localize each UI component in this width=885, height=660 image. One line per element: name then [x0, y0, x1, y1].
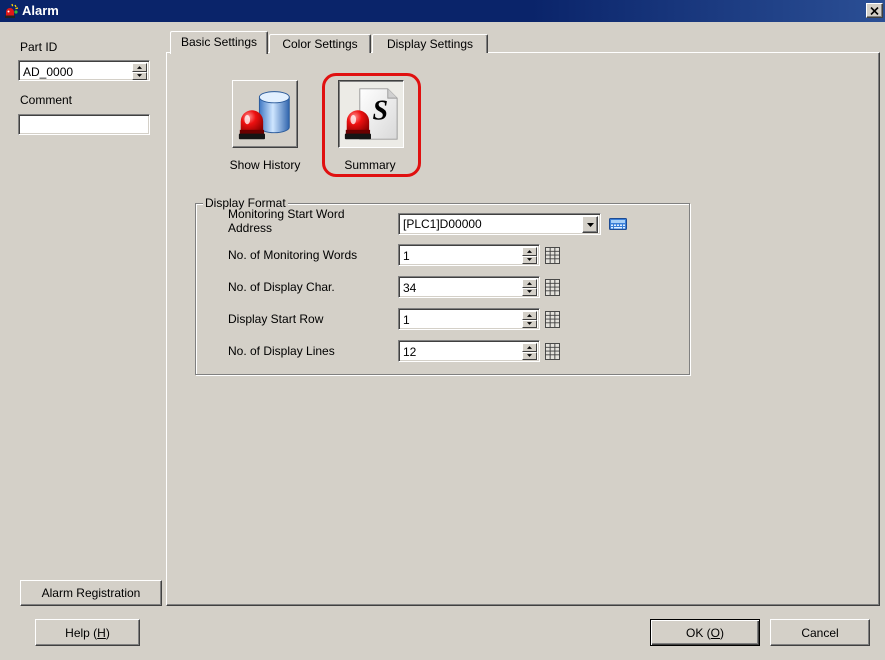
spin-down-button[interactable] — [132, 71, 147, 80]
display-lines-numpad-button[interactable] — [543, 342, 562, 360]
access-key: O — [710, 625, 720, 640]
spin-up-arrow-icon — [527, 249, 532, 253]
display-lines-spinner[interactable] — [522, 343, 537, 360]
numpad-icon — [545, 278, 560, 296]
display-lines-label: No. of Display Lines — [228, 344, 335, 358]
close-button[interactable] — [866, 3, 883, 18]
spin-up-button[interactable] — [522, 311, 537, 320]
display-start-row-field[interactable] — [398, 308, 540, 330]
display-char-input[interactable] — [401, 279, 519, 296]
title-bar[interactable]: Alarm — [0, 0, 885, 22]
spin-up-button[interactable] — [522, 343, 537, 352]
spin-down-button[interactable] — [522, 287, 537, 296]
window-title: Alarm — [22, 3, 59, 18]
address-input-button[interactable] — [606, 213, 630, 235]
alarm-registration-button[interactable]: Alarm Registration — [20, 580, 162, 606]
tab-label: Basic Settings — [180, 35, 258, 49]
ok-button[interactable]: OK (O) — [650, 619, 760, 646]
monitoring-words-spinner[interactable] — [522, 247, 537, 264]
comment-input[interactable] — [21, 117, 147, 134]
alarm-registration-label: Alarm Registration — [41, 586, 141, 600]
display-char-field[interactable] — [398, 276, 540, 298]
tab-label: Color Settings — [282, 37, 358, 51]
comment-field[interactable] — [18, 114, 150, 135]
comment-label: Comment — [20, 93, 73, 107]
numpad-icon — [545, 310, 560, 328]
tab-color-settings[interactable]: Color Settings — [269, 34, 371, 53]
dropdown-button[interactable] — [582, 216, 598, 233]
display-char-numpad-button[interactable] — [543, 278, 562, 296]
tab-label: Display Settings — [386, 37, 474, 51]
alarm-app-icon — [3, 3, 19, 19]
display-lines-input[interactable] — [401, 343, 519, 360]
spin-down-button[interactable] — [522, 351, 537, 360]
help-button-label: Help (H) — [65, 625, 110, 640]
spin-down-arrow-icon — [527, 258, 532, 262]
spin-up-arrow-icon — [137, 65, 142, 69]
cancel-button[interactable]: Cancel — [770, 619, 870, 646]
display-char-label: No. of Display Char. — [228, 280, 335, 294]
spin-up-arrow-icon — [527, 313, 532, 317]
monitoring-words-input[interactable] — [401, 247, 519, 264]
monitoring-start-word-address-combobox[interactable]: [PLC1]D00000 — [398, 213, 601, 235]
close-icon — [870, 6, 879, 15]
monitoring-start-word-address-label: Monitoring Start Word Address — [228, 207, 345, 235]
spin-up-button[interactable] — [132, 63, 147, 72]
part-id-field[interactable] — [18, 60, 150, 81]
spin-up-button[interactable] — [522, 247, 537, 256]
spin-down-arrow-icon — [527, 322, 532, 326]
display-start-row-input[interactable] — [401, 311, 519, 328]
ok-button-label: OK (O) — [685, 625, 724, 640]
part-id-input[interactable] — [21, 63, 131, 80]
show-history-button[interactable] — [232, 80, 298, 148]
highlight-frame — [322, 73, 421, 177]
keypad-icon — [609, 218, 627, 230]
monitoring-words-label: No. of Monitoring Words — [228, 248, 358, 262]
alarm-dialog: Alarm Part ID Comment Alarm Registration… — [0, 0, 885, 660]
spin-down-arrow-icon — [527, 290, 532, 294]
spin-down-arrow-icon — [527, 354, 532, 358]
spin-up-arrow-icon — [527, 281, 532, 285]
part-id-spinner[interactable] — [132, 63, 147, 80]
chevron-down-icon — [586, 222, 594, 227]
display-start-row-label: Display Start Row — [228, 312, 324, 326]
numpad-icon — [545, 342, 560, 360]
monitoring-words-field[interactable] — [398, 244, 540, 266]
spin-up-arrow-icon — [527, 345, 532, 349]
spin-down-button[interactable] — [522, 319, 537, 328]
tab-basic-settings[interactable]: Basic Settings — [170, 31, 268, 54]
part-id-label: Part ID — [20, 40, 58, 54]
tab-display-settings[interactable]: Display Settings — [372, 34, 488, 53]
display-start-row-numpad-button[interactable] — [543, 310, 562, 328]
spin-up-button[interactable] — [522, 279, 537, 288]
numpad-icon — [545, 246, 560, 264]
spin-down-button[interactable] — [522, 255, 537, 264]
display-char-spinner[interactable] — [522, 279, 537, 296]
monitoring-start-word-address-value: [PLC1]D00000 — [403, 217, 482, 231]
cancel-button-label: Cancel — [801, 625, 839, 640]
help-button[interactable]: Help (H) — [35, 619, 140, 646]
access-key: H — [97, 625, 106, 640]
display-lines-field[interactable] — [398, 340, 540, 362]
show-history-icon — [238, 91, 290, 140]
display-start-row-spinner[interactable] — [522, 311, 537, 328]
show-history-label: Show History — [229, 158, 301, 172]
monitoring-words-numpad-button[interactable] — [543, 246, 562, 264]
spin-down-arrow-icon — [137, 74, 142, 78]
